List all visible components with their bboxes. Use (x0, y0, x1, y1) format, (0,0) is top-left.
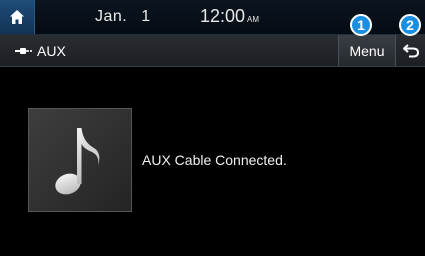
menu-button-label: Menu (349, 42, 385, 59)
date-day: 1 (141, 8, 151, 25)
clock-ampm: AM (247, 15, 260, 24)
music-note-icon (55, 128, 100, 195)
clock-display: 12:00 AM (200, 6, 259, 27)
back-button[interactable] (396, 35, 425, 66)
callout-badge-1: 1 (350, 14, 372, 36)
title-bar: AUX Menu (0, 35, 425, 67)
callout-badge-2: 2 (399, 14, 421, 36)
back-arrow-icon (402, 43, 419, 57)
source-title: AUX (15, 43, 66, 59)
head-unit-screen: Jan. 1 12:00 AM AUX Menu 1 2 AUX Cable C… (0, 0, 425, 256)
date-month: Jan. (95, 8, 128, 25)
date-display: Jan. 1 (95, 8, 151, 26)
connection-status-message: AUX Cable Connected. (142, 152, 287, 168)
album-art (28, 108, 132, 212)
menu-button[interactable]: Menu (338, 35, 396, 66)
clock-time: 12:00 (200, 6, 246, 26)
home-icon (10, 10, 24, 24)
source-title-label: AUX (37, 43, 66, 59)
aux-plug-icon (15, 47, 33, 55)
home-button[interactable] (0, 0, 35, 34)
